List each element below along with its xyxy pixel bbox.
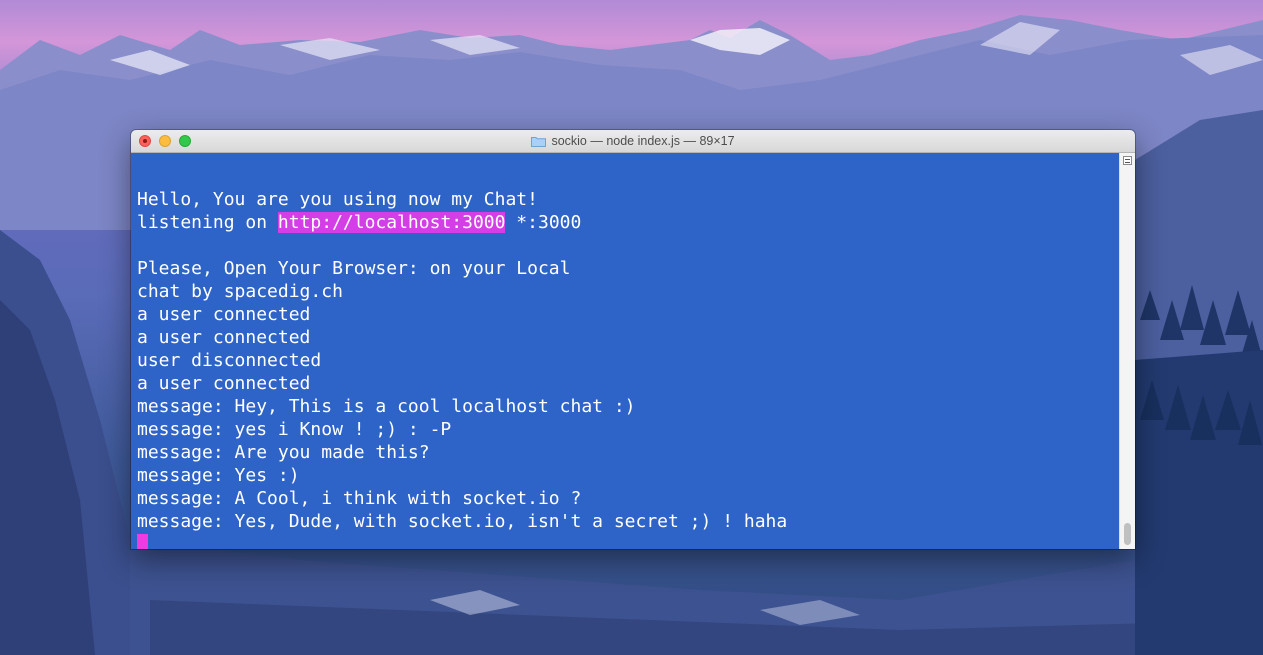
terminal-line: message: A Cool, i think with socket.io …: [137, 488, 582, 509]
scrollbar-thumb[interactable]: [1124, 523, 1131, 545]
minimize-button[interactable]: [159, 135, 171, 147]
terminal-prompt-line[interactable]: [137, 533, 1119, 549]
terminal-line: message: yes i Know ! ;) : -P: [137, 419, 452, 440]
window-titlebar[interactable]: sockio — node index.js — 89×17: [131, 130, 1135, 153]
desktop-wallpaper: sockio — node index.js — 89×17 Hello, Yo…: [0, 0, 1263, 655]
terminal-line: a user connected: [137, 327, 311, 348]
vertical-scrollbar[interactable]: [1119, 153, 1135, 549]
window-controls: [139, 135, 191, 147]
zoom-button[interactable]: [179, 135, 191, 147]
folder-icon: [531, 136, 547, 147]
terminal-line: Hello, You are you using now my Chat!: [137, 189, 538, 210]
terminal-line: user disconnected: [137, 350, 322, 371]
terminal-line: message: Are you made this?: [137, 442, 430, 463]
listening-suffix: *:3000: [505, 212, 582, 233]
terminal-line: message: Yes :): [137, 465, 300, 486]
terminal-cursor: [137, 534, 148, 549]
terminal-line-listening: listening on http://localhost:3000 *:300…: [137, 211, 1119, 234]
window-title: sockio — node index.js — 89×17: [551, 134, 735, 148]
terminal-line: a user connected: [137, 373, 311, 394]
scrollbar-menu-icon[interactable]: [1123, 156, 1132, 165]
window-title-group: sockio — node index.js — 89×17: [531, 134, 735, 148]
terminal-line: message: Yes, Dude, with socket.io, isn'…: [137, 511, 788, 532]
localhost-link[interactable]: http://localhost:3000: [277, 212, 506, 233]
terminal-line: message: Hey, This is a cool localhost c…: [137, 396, 636, 417]
terminal-line: a user connected: [137, 304, 311, 325]
listening-prefix: listening on: [137, 212, 278, 233]
close-button[interactable]: [139, 135, 151, 147]
terminal-output[interactable]: Hello, You are you using now my Chat! li…: [131, 153, 1119, 549]
terminal-line: Please, Open Your Browser: on your Local: [137, 258, 571, 279]
terminal-window[interactable]: sockio — node index.js — 89×17 Hello, Yo…: [131, 130, 1135, 549]
terminal-line: chat by spacedig.ch: [137, 281, 343, 302]
